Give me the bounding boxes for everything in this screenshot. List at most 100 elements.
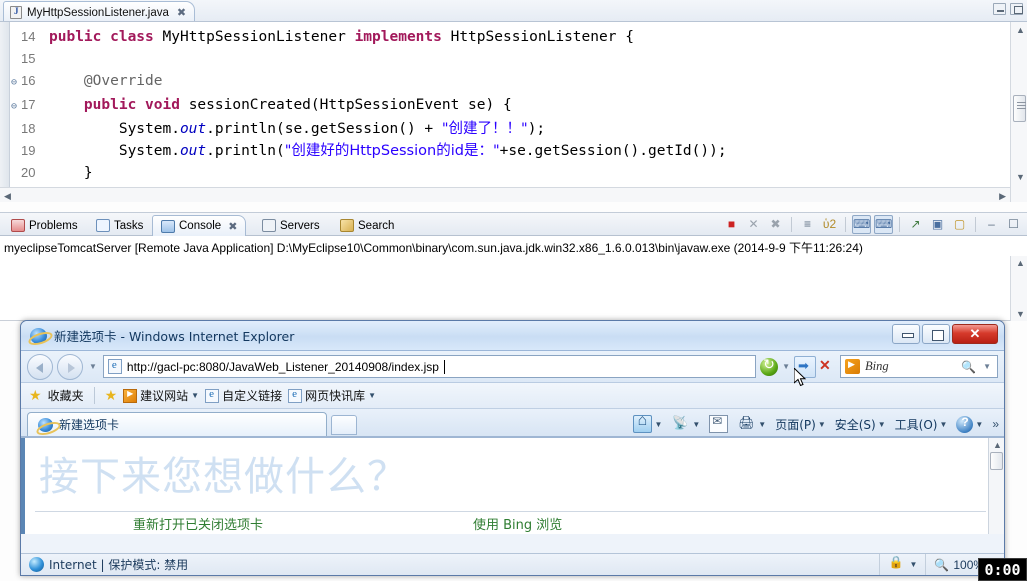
view-tab-label: Problems [29, 219, 78, 232]
help-icon [956, 415, 974, 433]
print-button[interactable]: ▼ [737, 415, 766, 433]
help-menu[interactable]: ▼ [956, 415, 983, 433]
new-tab-button[interactable] [331, 415, 357, 435]
line-number: 15 [21, 51, 36, 66]
ie-title-bar[interactable]: 新建选项卡 - Windows Internet Explorer [21, 321, 1004, 351]
console-vertical-scrollbar[interactable]: ▲ ▼ [1010, 256, 1027, 321]
divider [35, 511, 986, 512]
open-console-button[interactable]: ▢ [950, 215, 969, 234]
page-link[interactable]: 重新打开已关闭选项卡 [133, 514, 263, 533]
minimize-button[interactable] [892, 324, 920, 344]
divider [93, 387, 95, 404]
view-tab-problems[interactable]: Problems [3, 215, 86, 236]
scroll-up-icon[interactable]: ▲ [993, 440, 1002, 450]
favorite-custom-links[interactable]: 自定义链接 [205, 387, 282, 404]
show-console-on-error-button[interactable]: ⌨ [874, 215, 893, 234]
page-content[interactable]: 接下来您想做什么？ 重新打开已关闭选项卡 使用 Bing 浏览 ▲ [21, 437, 1004, 534]
chevron-down-icon[interactable]: ▼ [692, 420, 700, 429]
chevron-down-icon[interactable]: ▼ [910, 560, 918, 569]
chevron-down-icon[interactable]: ▼ [818, 420, 826, 429]
view-tab-servers[interactable]: Servers [254, 215, 328, 236]
chevron-down-icon[interactable]: ▼ [191, 391, 199, 400]
page-vertical-scrollbar[interactable]: ▲ [988, 438, 1004, 534]
editor-horizontal-scrollbar[interactable]: ◀ ▶ [0, 187, 1010, 202]
security-zone-indicator[interactable]: Internet | 保护模式: 禁用 [21, 554, 196, 576]
safety-menu[interactable]: 安全(S) ▼ [835, 416, 886, 433]
command-bar-overflow-button[interactable]: » [992, 417, 999, 431]
fold-marker-icon[interactable]: ⊖ [11, 96, 21, 118]
page-link[interactable]: 使用 Bing 浏览 [473, 514, 562, 533]
remove-launch-button[interactable]: ✕ [744, 215, 763, 234]
protected-mode-indicator[interactable]: ▼ [878, 553, 926, 575]
eclipse-editor-tabbar: MyHttpSessionListener.java ✖ [0, 0, 1027, 22]
page-scroll-thumb[interactable] [990, 452, 1003, 470]
editor-tab-myhttpsessionlistener[interactable]: MyHttpSessionListener.java ✖ [3, 1, 196, 21]
show-console-button[interactable]: ⌨ [852, 215, 871, 234]
chevron-down-icon[interactable]: ▼ [878, 420, 886, 429]
remove-all-terminated-button[interactable]: ✖ [766, 215, 785, 234]
tools-menu[interactable]: 工具(O) ▼ [895, 416, 948, 433]
favorite-web-slices[interactable]: 网页快讯库 ▼ [288, 387, 376, 404]
divider [975, 217, 976, 232]
minimize-icon[interactable] [993, 3, 1006, 15]
feeds-button[interactable]: ▼ [671, 415, 700, 433]
favorite-suggested-sites[interactable]: 建议网站 ▼ [123, 387, 199, 404]
terminate-button[interactable]: ■ [722, 215, 741, 234]
fold-marker-icon[interactable]: ⊖ [11, 72, 21, 94]
editor-vertical-scrollbar[interactable]: ▲ ▼ [1010, 22, 1027, 202]
page-menu[interactable]: 页面(P) ▼ [775, 416, 826, 433]
chevron-down-icon[interactable]: ▼ [368, 391, 376, 400]
favorites-label[interactable]: 收藏夹 [48, 387, 84, 404]
view-tab-tasks[interactable]: Tasks [88, 215, 151, 236]
view-minimize-button[interactable]: – [982, 215, 1001, 234]
forward-button[interactable] [57, 353, 83, 380]
search-input[interactable]: Bing 🔍 ▼ [840, 355, 998, 378]
console-toolbar: ■ ✕ ✖ ≡ ὑ2 ⌨ ⌨ ↗ ▣ ▢ – ☐ [722, 215, 1023, 234]
ie-title-text: 新建选项卡 - Windows Internet Explorer [54, 329, 295, 344]
clear-console-button[interactable]: ≡ [798, 215, 817, 234]
close-icon[interactable]: ✖ [177, 6, 186, 19]
chevron-down-icon[interactable]: ▼ [758, 420, 766, 429]
add-to-favorites-icon[interactable]: ★ [105, 387, 118, 404]
line-number: 17 [21, 97, 36, 112]
stop-button[interactable] [818, 357, 836, 376]
console-output-panel[interactable]: myeclipseTomcatServer [Remote Java Appli… [0, 236, 1027, 321]
mail-button[interactable] [709, 414, 729, 433]
scroll-right-icon[interactable]: ▶ [999, 191, 1006, 202]
scroll-lock-button[interactable]: ὑ2 [820, 215, 839, 234]
editor-code-area[interactable]: 14 public class MyHttpSessionListener imp… [11, 22, 1027, 202]
scroll-down-icon[interactable]: ▼ [1016, 309, 1025, 319]
editor-scroll-thumb[interactable] [1013, 95, 1026, 122]
chevron-down-icon[interactable]: ▼ [983, 362, 991, 371]
pin-console-button[interactable]: ↗ [906, 215, 925, 234]
chevron-down-icon[interactable]: ▼ [782, 362, 790, 371]
console-output-line: myeclipseTomcatServer [Remote Java Appli… [4, 241, 863, 255]
page-heading: 接下来您想做什么？ [39, 454, 408, 500]
internet-explorer-window[interactable]: 新建选项卡 - Windows Internet Explorer ▼ http… [20, 320, 1005, 576]
back-button[interactable] [27, 353, 53, 380]
chevron-down-icon[interactable]: ▼ [89, 362, 97, 371]
compatibility-refresh-icon[interactable] [760, 356, 779, 376]
scroll-left-icon[interactable]: ◀ [4, 191, 11, 202]
scroll-up-icon[interactable]: ▲ [1016, 258, 1025, 268]
close-button[interactable] [952, 324, 998, 344]
home-button[interactable]: ▼ [633, 412, 662, 433]
maximize-button[interactable] [922, 324, 950, 344]
close-icon[interactable]: ✖ [228, 220, 237, 233]
chevron-down-icon[interactable]: ▼ [975, 420, 983, 429]
view-tab-search[interactable]: Search [332, 215, 402, 236]
scroll-up-icon[interactable]: ▲ [1016, 25, 1025, 35]
browser-tab-new-tab[interactable]: 新建选项卡 [27, 412, 327, 436]
address-input[interactable]: http://gacl-pc:8080/JavaWeb_Listener_201… [102, 355, 757, 378]
scroll-down-icon[interactable]: ▼ [1016, 172, 1025, 182]
go-button[interactable] [794, 355, 816, 378]
display-selected-console-button[interactable]: ▣ [928, 215, 947, 234]
chevron-down-icon[interactable]: ▼ [939, 420, 947, 429]
view-tab-console[interactable]: Console ✖ [152, 215, 247, 236]
search-icon[interactable]: 🔍 [961, 360, 976, 374]
maximize-icon[interactable] [1010, 3, 1023, 15]
code-editor[interactable]: 14 public class MyHttpSessionListener imp… [0, 22, 1027, 202]
chevron-down-icon[interactable]: ▼ [654, 420, 662, 429]
view-maximize-button[interactable]: ☐ [1004, 215, 1023, 234]
favorite-label: 网页快讯库 [305, 389, 366, 403]
